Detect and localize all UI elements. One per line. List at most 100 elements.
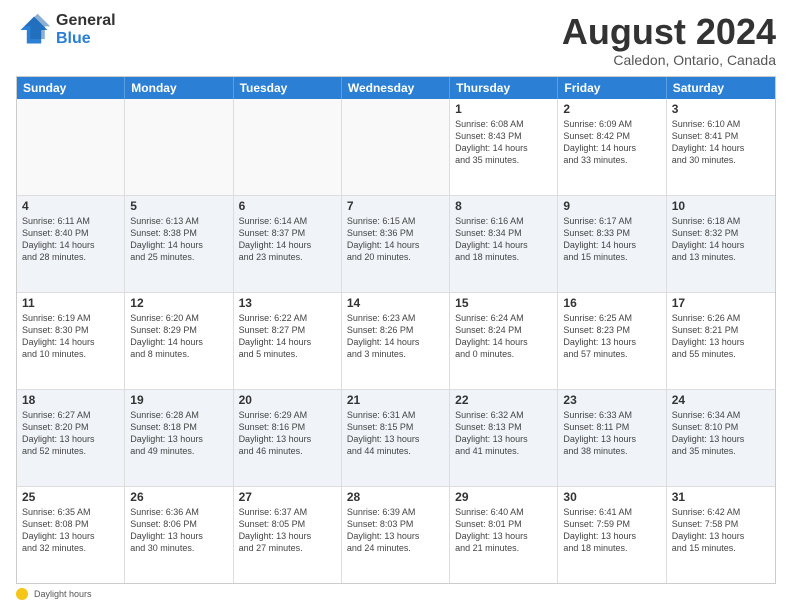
cell-info: Sunrise: 6:33 AM Sunset: 8:11 PM Dayligh… <box>563 409 660 458</box>
calendar-cell: 28Sunrise: 6:39 AM Sunset: 8:03 PM Dayli… <box>342 487 450 583</box>
calendar-cell: 6 Sunrise: 6:14 AM Sunset: 8:37 PM Daylig… <box>234 196 342 292</box>
location: Caledon, Ontario, Canada <box>562 52 776 68</box>
calendar-cell: 31Sunrise: 6:42 AM Sunset: 7:58 PM Dayli… <box>667 487 775 583</box>
header-sunday: Sunday <box>17 77 125 99</box>
day-number: 29 <box>455 490 552 504</box>
calendar-row-4: 18Sunrise: 6:27 AM Sunset: 8:20 PM Dayli… <box>17 389 775 486</box>
calendar-cell: 4 Sunrise: 6:11 AM Sunset: 8:40 PM Daylig… <box>17 196 125 292</box>
calendar-cell <box>234 99 342 195</box>
calendar: Sunday Monday Tuesday Wednesday Thursday… <box>16 76 776 584</box>
header: General Blue August 2024 Caledon, Ontari… <box>16 12 776 68</box>
cell-info: Sunrise: 6:20 AM Sunset: 8:29 PM Dayligh… <box>130 312 227 361</box>
calendar-header: Sunday Monday Tuesday Wednesday Thursday… <box>17 77 775 99</box>
sun-icon <box>16 588 28 600</box>
cell-info: Sunrise: 6:28 AM Sunset: 8:18 PM Dayligh… <box>130 409 227 458</box>
calendar-cell: 21 Sunrise: 6:31 AM Sunset: 8:15 PM Dayli… <box>342 390 450 486</box>
cell-info: Sunrise: 6:11 AM Sunset: 8:40 PM Dayligh… <box>22 215 119 264</box>
calendar-row-1: 1 Sunrise: 6:08 AM Sunset: 8:43 PM Daylig… <box>17 99 775 195</box>
cell-info: Sunrise: 6:37 AM Sunset: 8:05 PM Dayligh… <box>239 506 336 555</box>
header-wednesday: Wednesday <box>342 77 450 99</box>
daylight-label: Daylight hours <box>34 589 92 599</box>
cell-info: Sunrise: 6:16 AM Sunset: 8:34 PM Dayligh… <box>455 215 552 264</box>
day-number: 4 <box>22 199 119 213</box>
calendar-cell: 7 Sunrise: 6:15 AM Sunset: 8:36 PM Daylig… <box>342 196 450 292</box>
logo-text: General Blue <box>56 12 116 48</box>
calendar-cell: 2 Sunrise: 6:09 AM Sunset: 8:42 PM Daylig… <box>558 99 666 195</box>
footer: Daylight hours <box>16 588 776 600</box>
day-number: 15 <box>455 296 552 310</box>
calendar-cell <box>17 99 125 195</box>
cell-info: Sunrise: 6:19 AM Sunset: 8:30 PM Dayligh… <box>22 312 119 361</box>
calendar-cell: 5 Sunrise: 6:13 AM Sunset: 8:38 PM Daylig… <box>125 196 233 292</box>
calendar-cell: 20Sunrise: 6:29 AM Sunset: 8:16 PM Dayli… <box>234 390 342 486</box>
title-block: August 2024 Caledon, Ontario, Canada <box>562 12 776 68</box>
day-number: 12 <box>130 296 227 310</box>
calendar-cell: 1 Sunrise: 6:08 AM Sunset: 8:43 PM Daylig… <box>450 99 558 195</box>
cell-info: Sunrise: 6:17 AM Sunset: 8:33 PM Dayligh… <box>563 215 660 264</box>
header-monday: Monday <box>125 77 233 99</box>
cell-info: Sunrise: 6:14 AM Sunset: 8:37 PM Dayligh… <box>239 215 336 264</box>
day-number: 21 <box>347 393 444 407</box>
day-number: 24 <box>672 393 770 407</box>
day-number: 5 <box>130 199 227 213</box>
cell-info: Sunrise: 6:36 AM Sunset: 8:06 PM Dayligh… <box>130 506 227 555</box>
month-title: August 2024 <box>562 12 776 52</box>
calendar-cell: 14 Sunrise: 6:23 AM Sunset: 8:26 PM Dayli… <box>342 293 450 389</box>
cell-info: Sunrise: 6:13 AM Sunset: 8:38 PM Dayligh… <box>130 215 227 264</box>
day-number: 9 <box>563 199 660 213</box>
calendar-cell <box>125 99 233 195</box>
cell-info: Sunrise: 6:15 AM Sunset: 8:36 PM Dayligh… <box>347 215 444 264</box>
day-number: 14 <box>347 296 444 310</box>
day-number: 28 <box>347 490 444 504</box>
calendar-cell: 8 Sunrise: 6:16 AM Sunset: 8:34 PM Daylig… <box>450 196 558 292</box>
day-number: 11 <box>22 296 119 310</box>
day-number: 10 <box>672 199 770 213</box>
cell-info: Sunrise: 6:22 AM Sunset: 8:27 PM Dayligh… <box>239 312 336 361</box>
day-number: 16 <box>563 296 660 310</box>
calendar-cell: 19Sunrise: 6:28 AM Sunset: 8:18 PM Dayli… <box>125 390 233 486</box>
logo: General Blue <box>16 12 116 48</box>
calendar-cell: 25 Sunrise: 6:35 AM Sunset: 8:08 PM Dayli… <box>17 487 125 583</box>
day-number: 3 <box>672 102 770 116</box>
cell-info: Sunrise: 6:40 AM Sunset: 8:01 PM Dayligh… <box>455 506 552 555</box>
page: General Blue August 2024 Caledon, Ontari… <box>0 0 792 612</box>
day-number: 1 <box>455 102 552 116</box>
calendar-row-5: 25 Sunrise: 6:35 AM Sunset: 8:08 PM Dayli… <box>17 486 775 583</box>
calendar-cell: 11 Sunrise: 6:19 AM Sunset: 8:30 PM Dayli… <box>17 293 125 389</box>
cell-info: Sunrise: 6:18 AM Sunset: 8:32 PM Dayligh… <box>672 215 770 264</box>
cell-info: Sunrise: 6:27 AM Sunset: 8:20 PM Dayligh… <box>22 409 119 458</box>
day-number: 2 <box>563 102 660 116</box>
header-tuesday: Tuesday <box>234 77 342 99</box>
calendar-cell: 26 Sunrise: 6:36 AM Sunset: 8:06 PM Dayli… <box>125 487 233 583</box>
cell-info: Sunrise: 6:08 AM Sunset: 8:43 PM Dayligh… <box>455 118 552 167</box>
calendar-cell: 3 Sunrise: 6:10 AM Sunset: 8:41 PM Daylig… <box>667 99 775 195</box>
logo-icon <box>16 12 52 48</box>
day-number: 20 <box>239 393 336 407</box>
header-friday: Friday <box>558 77 666 99</box>
calendar-cell: 29 Sunrise: 6:40 AM Sunset: 8:01 PM Dayli… <box>450 487 558 583</box>
cell-info: Sunrise: 6:35 AM Sunset: 8:08 PM Dayligh… <box>22 506 119 555</box>
calendar-cell: 17 Sunrise: 6:26 AM Sunset: 8:21 PM Dayli… <box>667 293 775 389</box>
calendar-row-3: 11 Sunrise: 6:19 AM Sunset: 8:30 PM Dayli… <box>17 292 775 389</box>
calendar-cell: 18Sunrise: 6:27 AM Sunset: 8:20 PM Dayli… <box>17 390 125 486</box>
day-number: 8 <box>455 199 552 213</box>
day-number: 7 <box>347 199 444 213</box>
cell-info: Sunrise: 6:26 AM Sunset: 8:21 PM Dayligh… <box>672 312 770 361</box>
day-number: 26 <box>130 490 227 504</box>
calendar-cell: 30Sunrise: 6:41 AM Sunset: 7:59 PM Dayli… <box>558 487 666 583</box>
calendar-body: 1 Sunrise: 6:08 AM Sunset: 8:43 PM Daylig… <box>17 99 775 583</box>
cell-info: Sunrise: 6:24 AM Sunset: 8:24 PM Dayligh… <box>455 312 552 361</box>
cell-info: Sunrise: 6:23 AM Sunset: 8:26 PM Dayligh… <box>347 312 444 361</box>
day-number: 6 <box>239 199 336 213</box>
calendar-cell <box>342 99 450 195</box>
day-number: 23 <box>563 393 660 407</box>
cell-info: Sunrise: 6:10 AM Sunset: 8:41 PM Dayligh… <box>672 118 770 167</box>
calendar-cell: 10 Sunrise: 6:18 AM Sunset: 8:32 PM Dayli… <box>667 196 775 292</box>
day-number: 25 <box>22 490 119 504</box>
calendar-cell: 22Sunrise: 6:32 AM Sunset: 8:13 PM Dayli… <box>450 390 558 486</box>
cell-info: Sunrise: 6:31 AM Sunset: 8:15 PM Dayligh… <box>347 409 444 458</box>
day-number: 17 <box>672 296 770 310</box>
cell-info: Sunrise: 6:09 AM Sunset: 8:42 PM Dayligh… <box>563 118 660 167</box>
calendar-cell: 24Sunrise: 6:34 AM Sunset: 8:10 PM Dayli… <box>667 390 775 486</box>
day-number: 31 <box>672 490 770 504</box>
